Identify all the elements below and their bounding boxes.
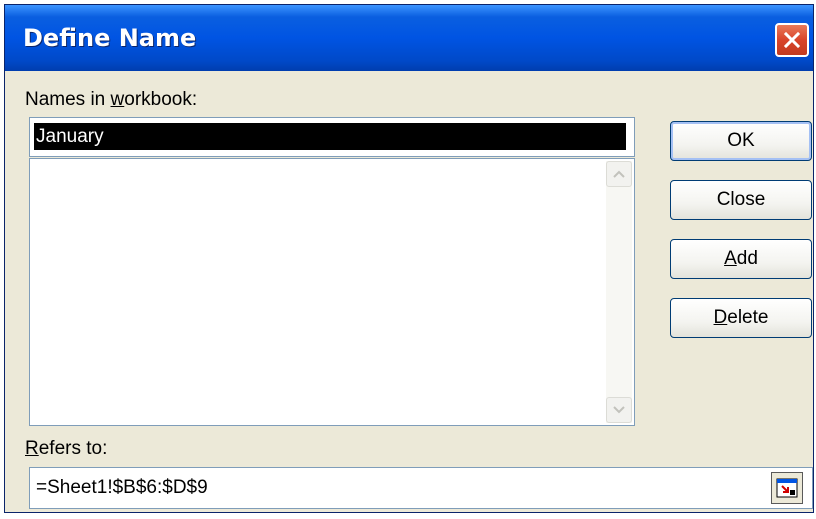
title-bar[interactable]: Define Name	[5, 5, 813, 71]
close-window-button[interactable]	[775, 23, 809, 57]
collapse-dialog-icon	[776, 478, 798, 498]
close-button[interactable]: Close	[670, 180, 812, 220]
arrow-down-icon	[613, 406, 625, 414]
close-button-label: Close	[716, 189, 766, 210]
refers-to-label: Refers to:	[25, 438, 108, 459]
define-name-dialog: Define Name Names in workbook: January O…	[4, 4, 814, 513]
scroll-down-button[interactable]	[606, 397, 632, 423]
listbox-scrollbar[interactable]	[606, 161, 632, 423]
add-button-label: Add	[724, 248, 758, 269]
arrow-up-icon	[613, 170, 625, 178]
dialog-title: Define Name	[23, 24, 197, 52]
delete-button-label: Delete	[713, 307, 769, 328]
scroll-up-button[interactable]	[606, 161, 632, 187]
names-in-workbook-label: Names in workbook:	[25, 89, 198, 110]
name-input-value[interactable]: January	[34, 123, 626, 150]
ok-button-label: OK	[727, 130, 755, 151]
refers-to-input[interactable]: =Sheet1!$B$6:$D$9	[29, 467, 813, 509]
name-input[interactable]: January	[29, 117, 635, 157]
ok-button[interactable]: OK	[670, 121, 812, 161]
add-button[interactable]: Add	[670, 239, 812, 279]
names-listbox[interactable]	[29, 158, 635, 426]
delete-button[interactable]: Delete	[670, 298, 812, 338]
collapse-dialog-button[interactable]	[771, 472, 803, 504]
close-x-icon	[783, 31, 801, 49]
